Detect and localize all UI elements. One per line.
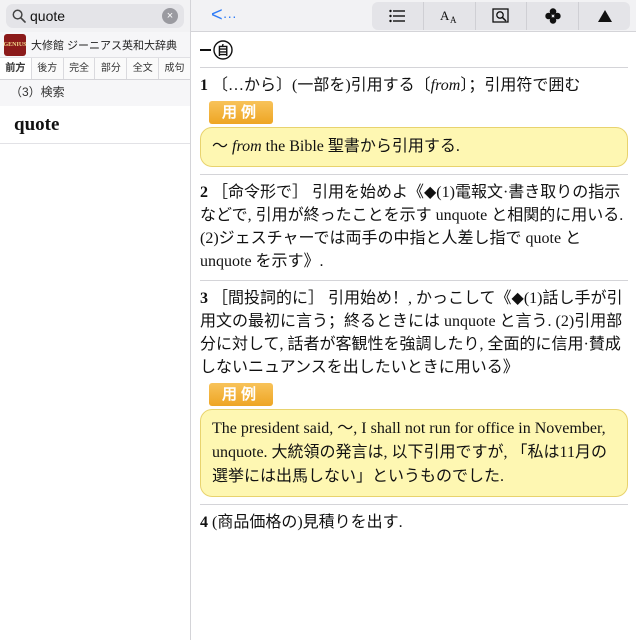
example-box: The president said, ～, I shall not run f… <box>200 409 628 497</box>
sense-4: 4 (商品価格の)見積りを出す. <box>200 505 628 541</box>
sense-2-definition: ［命令形で］ 引用を始めよ《◆(1)電報文·書き取りの指示などで, 引用が終った… <box>200 184 624 270</box>
dictionary-logo: GENIUS <box>3 33 27 56</box>
clear-search-icon[interactable]: × <box>162 8 178 24</box>
sense-2: 2 ［命令形で］ 引用を始めよ《◆(1)電報文·書き取りの指示などで, 引用が終… <box>200 175 628 281</box>
result-item[interactable]: quote <box>0 106 190 144</box>
example-italic: from <box>232 138 262 155</box>
sense-3-definition: ［間投詞的に］ 引用始め！, かっこして《◆(1)話し手が引用文の最初に言う；終… <box>200 290 623 376</box>
dictionary-search-button[interactable] <box>476 2 528 30</box>
sense-3-text: 3 ［間投詞的に］ 引用始め！, かっこして《◆(1)話し手が引用文の最初に言う… <box>200 287 628 379</box>
search-input[interactable]: quote × <box>6 4 184 28</box>
clover-icon <box>545 8 561 24</box>
tab-fulltext[interactable]: 全文 <box>127 58 160 79</box>
sense-1-definition-b: 〕；引用符で囲む <box>460 77 581 94</box>
pos-dash-icon <box>200 48 211 51</box>
svg-text:A: A <box>440 8 450 23</box>
triangle-up-icon <box>597 10 612 22</box>
back-button[interactable]: <··· <box>211 3 237 28</box>
example-badge: 用例 <box>209 101 273 124</box>
search-query-text[interactable]: quote <box>30 8 162 24</box>
entry-content: 自 1 〔…から〕(一部を)引用する〔from〕；引用符で囲む 用例 ～ fro… <box>191 32 636 541</box>
pos-label: 自 <box>217 42 229 57</box>
dictionary-search-icon <box>492 8 509 23</box>
back-chevron-icon: < <box>211 4 223 26</box>
text-size-icon: A A <box>440 8 457 24</box>
dictionary-selector[interactable]: GENIUS 大修館 ジーニアス英和大辞典 <box>0 32 190 58</box>
sense-2-text: 2 ［命令形で］ 引用を始めよ《◆(1)電報文·書き取りの指示などで, 引用が終… <box>200 181 628 273</box>
list-button[interactable] <box>372 2 424 30</box>
search-mode-tabs: 前方 後方 完全 部分 全文 成句 <box>0 58 190 80</box>
tab-partial[interactable]: 部分 <box>95 58 128 79</box>
tab-suffix[interactable]: 後方 <box>32 58 64 79</box>
svg-text:A: A <box>450 15 457 24</box>
sense-number: 1 <box>200 77 208 94</box>
sense-number: 4 <box>200 514 208 531</box>
tab-exact[interactable]: 完全 <box>64 58 96 79</box>
pos-circle: 自 <box>213 39 233 60</box>
search-bar: quote × <box>0 0 190 32</box>
sense-4-definition: (商品価格の)見積りを出す. <box>208 514 403 531</box>
entry-toolbar: <··· A A <box>191 0 636 32</box>
tab-idiom[interactable]: 成句 <box>159 58 190 79</box>
dictionary-logo-text: GENIUS <box>3 41 27 48</box>
search-scope-label: （3）検索 <box>0 80 190 106</box>
dictionary-name: 大修館 ジーニアス英和大辞典 <box>31 39 178 52</box>
sense-3: 3 ［間投詞的に］ 引用始め！, かっこして《◆(1)話し手が引用文の最初に言う… <box>200 281 628 505</box>
search-icon <box>12 9 26 23</box>
example-prefix: ～ <box>212 138 233 155</box>
sense-number: 3 <box>200 290 208 307</box>
sense-1-definition-a: 〔…から〕(一部を)引用する〔 <box>208 77 431 94</box>
sense-number: 2 <box>200 184 208 201</box>
example-badge: 用例 <box>209 383 273 406</box>
sense-1-text: 1 〔…から〕(一部を)引用する〔from〕；引用符で囲む <box>200 74 628 97</box>
result-item-label: quote <box>14 113 60 135</box>
example-box: ～ from the Bible 聖書から引用する. <box>200 127 628 167</box>
part-of-speech-header: 自 <box>200 32 628 68</box>
sense-1-italic: from <box>430 77 461 94</box>
list-icon <box>389 9 406 23</box>
tab-prefix[interactable]: 前方 <box>0 58 32 79</box>
text-size-button[interactable]: A A <box>424 2 476 30</box>
back-more-indicator: ··· <box>222 8 237 24</box>
toolbar-button-group: A A <box>372 2 630 30</box>
entry-pane: <··· A A 自 1 〔…から〕(一部を)引用する〔from〕；引用符で囲む… <box>191 0 636 640</box>
sense-4-text: 4 (商品価格の)見積りを出す. <box>200 511 628 534</box>
scroll-top-button[interactable] <box>579 2 630 30</box>
sense-1: 1 〔…から〕(一部を)引用する〔from〕；引用符で囲む 用例 ～ from … <box>200 68 628 175</box>
clover-button[interactable] <box>527 2 580 30</box>
example-rest: the Bible 聖書から引用する. <box>261 138 460 155</box>
search-sidebar: quote × GENIUS 大修館 ジーニアス英和大辞典 前方 後方 完全 部… <box>0 0 191 640</box>
